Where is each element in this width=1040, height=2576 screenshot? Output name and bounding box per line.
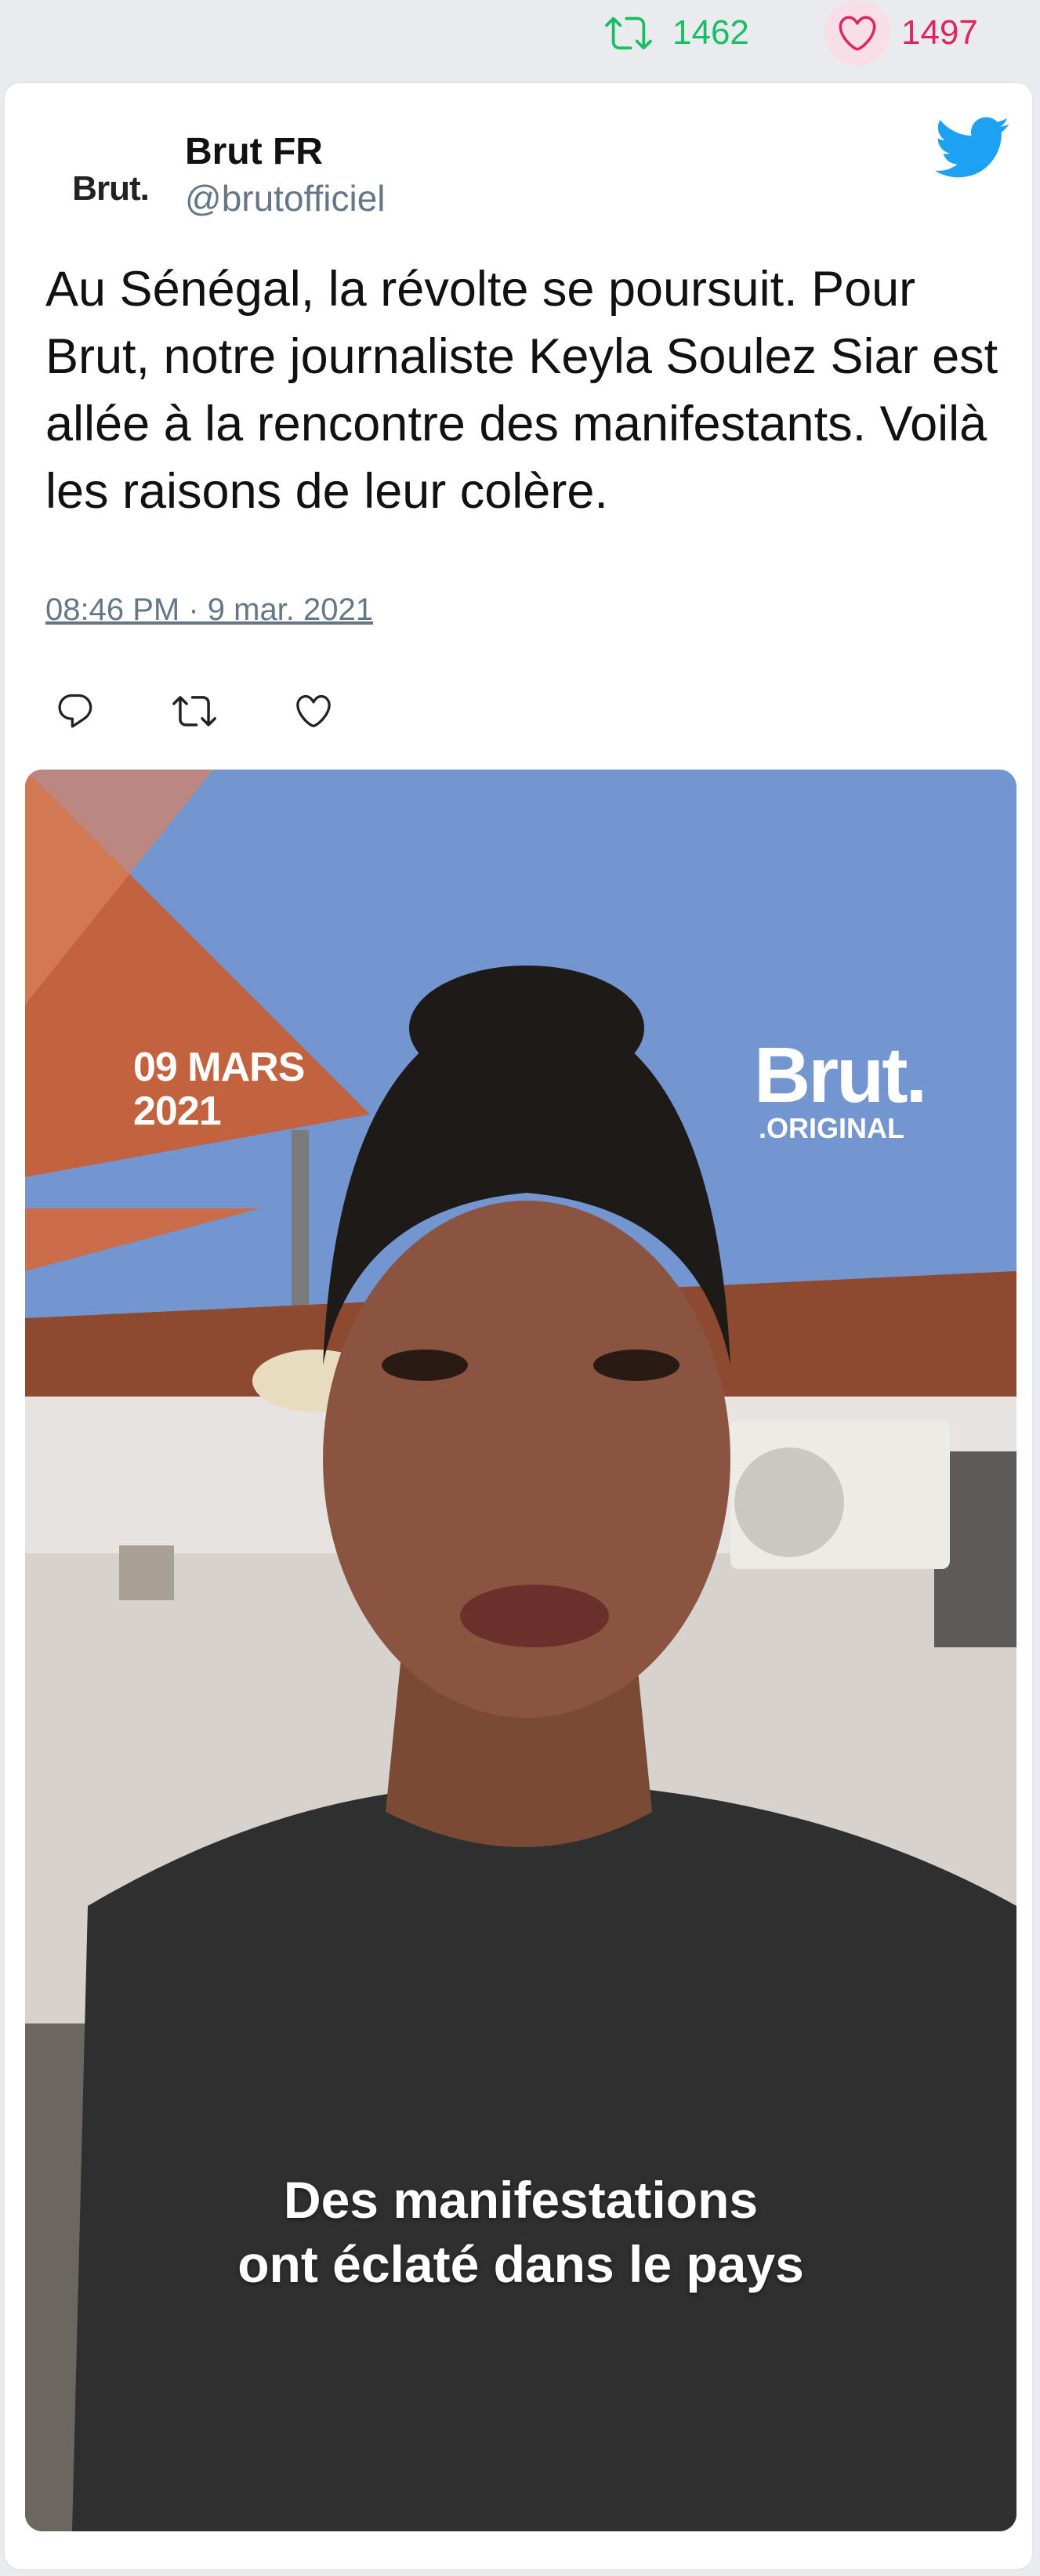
brand-logo-main: Brut. <box>754 1031 927 1119</box>
like-stat[interactable]: 1497 <box>824 0 978 66</box>
retweet-icon[interactable] <box>171 687 218 734</box>
video-date-line1: 09 MARS <box>133 1045 305 1090</box>
retweet-stat[interactable]: 1462 <box>596 8 749 58</box>
video-brand-logo: Brut. .ORIGINAL <box>754 1031 927 1144</box>
tweet-timestamp[interactable]: 08:46 PM · 9 mar. 2021 <box>45 592 373 628</box>
video-caption: Des manifestations ont éclaté dans le pa… <box>25 2168 1016 2296</box>
tweet-text: Au Sénégal, la révolte se poursuit. Pour… <box>45 262 998 519</box>
heart-icon <box>824 0 890 66</box>
avatar-logo-text: Brut. <box>72 169 150 208</box>
like-icon[interactable] <box>290 687 337 734</box>
tweet-actions <box>52 683 409 738</box>
avatar[interactable]: Brut. <box>52 130 169 248</box>
tweet-card: Brut. Brut FR @brutofficiel Au Sénégal, … <box>3 82 1034 2571</box>
like-count: 1497 <box>901 13 978 52</box>
video-overlay-date: 09 MARS 2021 <box>133 1045 305 1134</box>
author-name[interactable]: Brut FR <box>185 130 323 173</box>
retweet-count: 1462 <box>672 13 749 52</box>
author-handle[interactable]: @brutofficiel <box>185 177 386 219</box>
twitter-bird-icon[interactable] <box>932 114 1010 180</box>
video-date-line2: 2021 <box>133 1089 222 1134</box>
tweet-stats-bar: 1462 1497 <box>0 0 1040 78</box>
retweet-icon <box>596 0 661 66</box>
video-caption-line1: Des manifestations <box>283 2171 759 2229</box>
video-media[interactable]: 09 MARS 2021 Brut. .ORIGINAL Des manifes… <box>25 770 1016 2531</box>
video-caption-line2: ont éclaté dans le pays <box>237 2235 804 2293</box>
reply-icon[interactable] <box>52 687 99 734</box>
brand-logo-sub: .ORIGINAL <box>759 1112 904 1144</box>
